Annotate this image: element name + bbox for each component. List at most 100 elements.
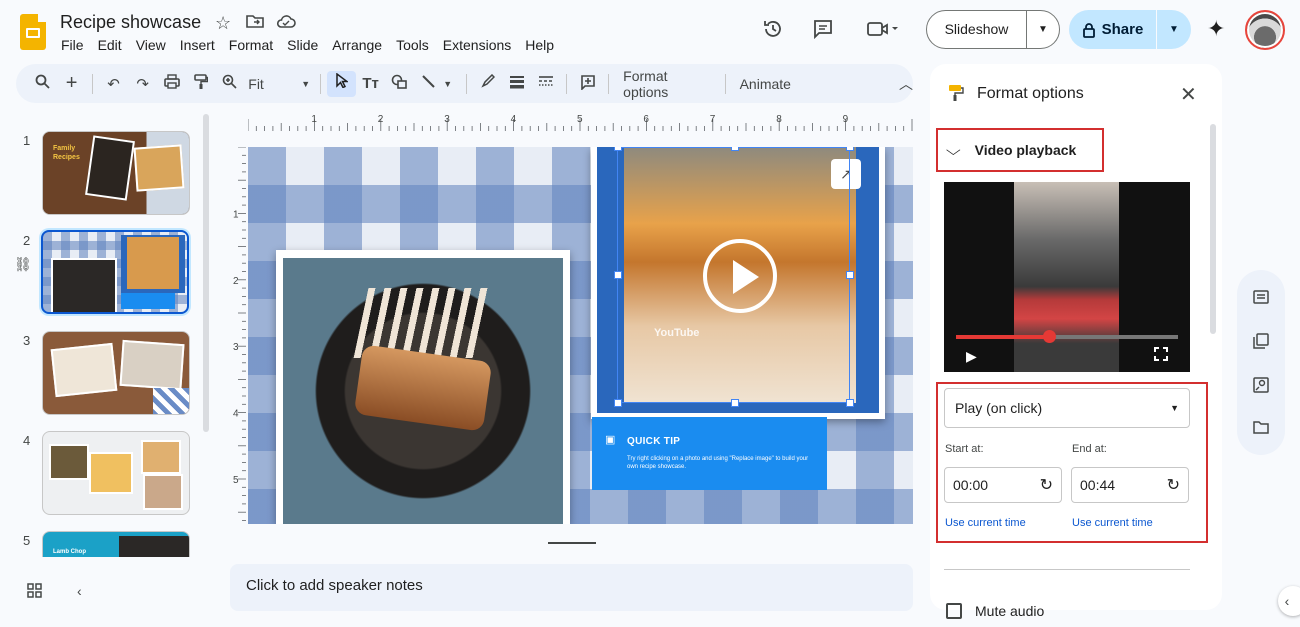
reset-start-icon[interactable]: ↻ bbox=[1040, 475, 1053, 495]
border-weight-icon[interactable] bbox=[502, 75, 531, 93]
collapse-filmstrip-icon[interactable]: ‹ bbox=[77, 583, 82, 599]
animate-button[interactable]: Animate bbox=[732, 76, 799, 92]
menu-format[interactable]: Format bbox=[228, 37, 274, 53]
menu-view[interactable]: View bbox=[135, 37, 167, 53]
speaker-notes-panel-icon[interactable] bbox=[1252, 290, 1270, 308]
folder-icon[interactable] bbox=[1252, 420, 1270, 438]
paint-format-icon[interactable] bbox=[186, 73, 215, 94]
ruler-label: 4 bbox=[511, 114, 517, 125]
history-icon[interactable] bbox=[755, 11, 791, 47]
chevron-down-icon: ⌵ bbox=[945, 141, 961, 158]
border-dash-icon[interactable] bbox=[531, 75, 560, 93]
resize-handle[interactable] bbox=[731, 147, 739, 151]
border-color-icon[interactable] bbox=[473, 73, 502, 93]
slideshow-label[interactable]: Slideshow bbox=[927, 11, 1027, 48]
slide-thumbnail-3[interactable] bbox=[42, 331, 190, 415]
menu-edit[interactable]: Edit bbox=[97, 37, 123, 53]
menu-insert[interactable]: Insert bbox=[179, 37, 216, 53]
slideshow-dropdown-icon[interactable]: ▼ bbox=[1027, 24, 1059, 35]
new-slide-icon[interactable]: + bbox=[57, 72, 86, 95]
slide-thumbnail-4[interactable] bbox=[42, 431, 190, 515]
start-time-value: 00:00 bbox=[953, 477, 989, 493]
zoom-icon[interactable] bbox=[215, 74, 244, 93]
resize-handle[interactable] bbox=[614, 271, 622, 279]
play-mode-select[interactable]: Play (on click) ▼ bbox=[944, 388, 1190, 428]
share-main[interactable]: Share bbox=[1069, 10, 1157, 49]
quick-tip-body: Try right clicking on a photo and using … bbox=[627, 456, 809, 470]
insert-image-icon[interactable] bbox=[385, 74, 414, 93]
video-preview[interactable]: ▶ bbox=[944, 182, 1190, 372]
menu-extensions[interactable]: Extensions bbox=[442, 37, 512, 53]
linked-object-icon: ⛓ bbox=[14, 256, 32, 272]
avatar[interactable] bbox=[1245, 10, 1285, 50]
resize-handle[interactable] bbox=[846, 147, 854, 151]
collapse-toolbar-icon[interactable]: ︿ bbox=[899, 74, 913, 94]
close-icon[interactable]: ✕ bbox=[1180, 82, 1197, 107]
fullscreen-icon[interactable] bbox=[1154, 347, 1168, 364]
line-dropdown-icon[interactable]: ▼ bbox=[443, 79, 452, 89]
panel-scrollbar[interactable] bbox=[1210, 124, 1216, 334]
use-current-time-end-link[interactable]: Use current time bbox=[1072, 517, 1153, 529]
star-icon[interactable]: ☆ bbox=[215, 13, 231, 34]
reset-end-icon[interactable]: ↻ bbox=[1167, 475, 1180, 495]
text-box-icon[interactable]: Tт bbox=[356, 75, 385, 92]
play-icon[interactable]: ▶ bbox=[966, 348, 977, 365]
search-menus-icon[interactable] bbox=[28, 74, 57, 93]
meet-icon[interactable] bbox=[858, 11, 908, 47]
select-tool-icon[interactable] bbox=[327, 70, 357, 97]
section-divider bbox=[944, 569, 1190, 570]
quick-tip-box[interactable]: ▣ QUICK TIP Try right clicking on a phot… bbox=[592, 417, 827, 490]
mute-audio-checkbox[interactable] bbox=[946, 603, 962, 619]
redo-icon[interactable]: ↷ bbox=[128, 75, 157, 93]
resize-handle[interactable] bbox=[846, 271, 854, 279]
rack-of-lamb-photo[interactable] bbox=[276, 250, 570, 524]
format-options-button[interactable]: Format options bbox=[615, 68, 719, 100]
undo-icon[interactable]: ↶ bbox=[99, 75, 128, 93]
menu-file[interactable]: File bbox=[60, 37, 85, 53]
slide-canvas[interactable]: YouTube ↗ ▣ QUICK TIP Try right clicking… bbox=[248, 147, 913, 524]
lock-icon bbox=[1082, 22, 1095, 38]
line-icon[interactable] bbox=[414, 74, 443, 93]
hide-side-panel-icon[interactable]: ‹ bbox=[1278, 586, 1300, 616]
horizontal-ruler[interactable]: 1 2 3 4 5 6 7 8 9 bbox=[248, 113, 913, 131]
use-current-time-start-link[interactable]: Use current time bbox=[945, 517, 1026, 529]
menu-tools[interactable]: Tools bbox=[395, 37, 430, 53]
vertical-ruler[interactable]: 1 2 3 4 5 bbox=[230, 147, 246, 525]
slide-thumbnail-2[interactable] bbox=[41, 230, 189, 314]
slides-logo[interactable] bbox=[20, 14, 46, 50]
gemini-icon[interactable]: ✦ bbox=[1207, 16, 1225, 42]
image-search-icon[interactable] bbox=[1252, 377, 1270, 395]
resize-handle[interactable] bbox=[614, 399, 622, 407]
print-icon[interactable] bbox=[157, 74, 186, 93]
move-to-folder-icon[interactable] bbox=[246, 13, 264, 34]
zoom-select[interactable]: Fit ▼ bbox=[244, 76, 314, 92]
cloud-status-icon[interactable] bbox=[276, 14, 296, 33]
notes-resize-handle[interactable] bbox=[548, 542, 596, 544]
slide-number-4: 4 bbox=[23, 433, 31, 448]
slide-thumbnail-1[interactable]: Family Recipes bbox=[42, 131, 190, 215]
share-dropdown-icon[interactable]: ▼ bbox=[1157, 24, 1191, 35]
dropdown-arrow-icon: ▼ bbox=[1170, 403, 1179, 413]
ruler-label: 6 bbox=[643, 114, 649, 125]
menu-help[interactable]: Help bbox=[524, 37, 555, 53]
menu-arrange[interactable]: Arrange bbox=[331, 37, 383, 53]
ruler-label: 8 bbox=[776, 114, 782, 125]
share-button[interactable]: Share ▼ bbox=[1069, 10, 1191, 49]
resize-handle[interactable] bbox=[614, 147, 622, 151]
comments-icon[interactable] bbox=[805, 11, 841, 47]
ruler-label: 2 bbox=[378, 114, 384, 125]
slide-thumbnail-5[interactable]: Lamb Chop bbox=[42, 531, 190, 557]
document-title[interactable]: Recipe showcase bbox=[60, 12, 201, 33]
speaker-notes[interactable]: Click to add speaker notes bbox=[230, 564, 913, 611]
slideshow-button[interactable]: Slideshow ▼ bbox=[926, 10, 1060, 49]
resize-handle[interactable] bbox=[731, 399, 739, 407]
grid-view-icon[interactable] bbox=[27, 583, 43, 602]
resize-handle[interactable] bbox=[846, 399, 854, 407]
end-time-field[interactable]: 00:44 ↻ bbox=[1071, 467, 1189, 503]
start-time-field[interactable]: 00:00 ↻ bbox=[944, 467, 1062, 503]
filmstrip-scrollbar[interactable] bbox=[203, 114, 209, 432]
copy-slides-icon[interactable] bbox=[1252, 333, 1270, 351]
video-playback-section-toggle[interactable]: ⌵ Video playback bbox=[936, 128, 1104, 172]
menu-slide[interactable]: Slide bbox=[286, 37, 319, 53]
add-comment-icon[interactable] bbox=[573, 74, 602, 94]
